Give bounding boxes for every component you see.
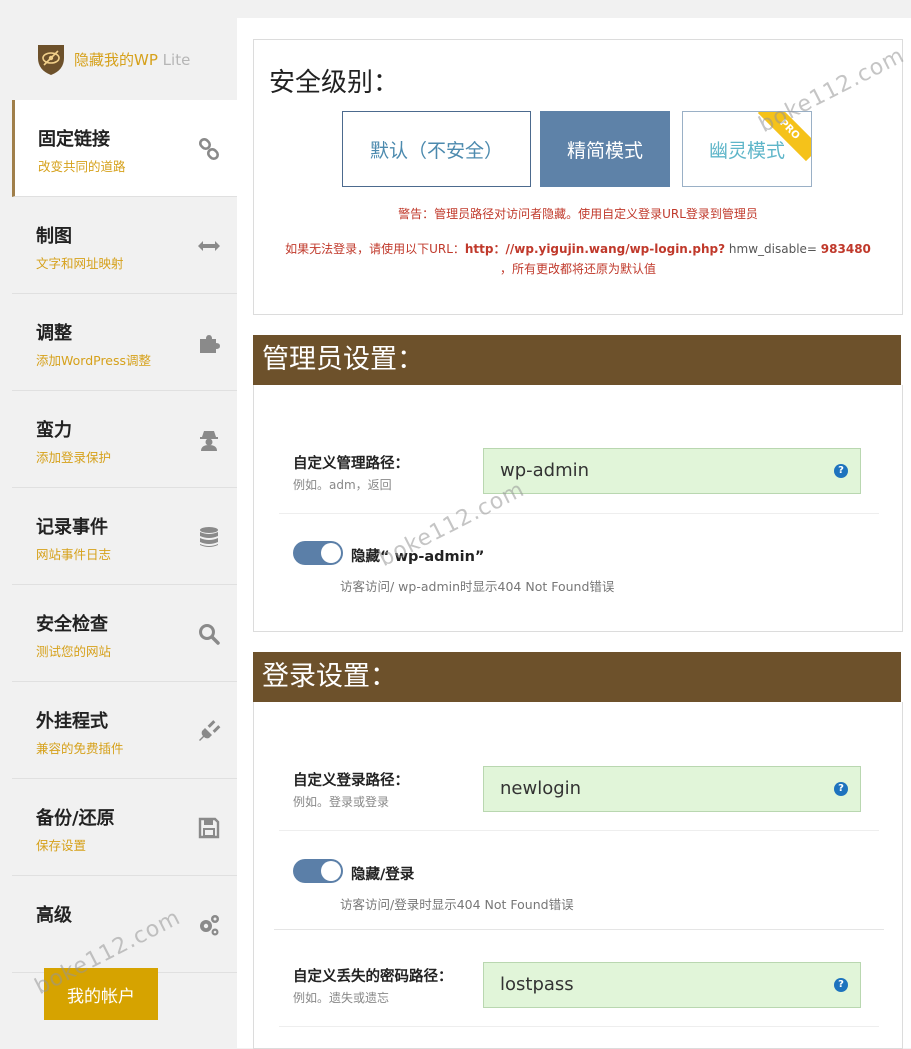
admin-path-input[interactable]: wp-admin ?	[483, 448, 861, 494]
sidebar-item-subtitle: 网站事件日志	[36, 547, 112, 562]
admin-settings-header: 管理员设置：	[253, 335, 901, 385]
lost-password-path-input[interactable]: lostpass ?	[483, 962, 861, 1008]
hide-wp-admin-hint: 访客访问/ wp-admin时显示404 Not Found错误	[340, 579, 615, 594]
lost-password-path-label: 自定义丢失的密码路径：	[293, 969, 453, 985]
sidebar-item-title: 制图	[36, 226, 72, 247]
shield-eye-icon	[38, 45, 64, 75]
login-path-value: newlogin	[500, 778, 582, 799]
arrows-horizontal-icon	[198, 241, 220, 251]
hide-login-toggle[interactable]	[293, 859, 343, 883]
database-icon	[200, 527, 218, 547]
sidebar-item-tweaks[interactable]: 调整 添加WordPress调整	[12, 294, 237, 391]
help-icon[interactable]: ?	[834, 978, 848, 992]
admin-path-hint: 例如。adm，返回	[293, 478, 392, 492]
link-icon	[198, 137, 220, 161]
divider	[279, 830, 879, 831]
login-settings-body: 自定义登录路径： 例如。登录或登录 newlogin ? 隐藏/登录 访客访问/…	[253, 702, 903, 1049]
sidebar-item-subtitle: 兼容的免费插件	[36, 741, 124, 756]
user-secret-icon	[200, 431, 218, 451]
lost-password-path-hint: 例如。遗失或遗忘	[293, 991, 390, 1005]
sidebar: 隐藏我的WP Lite 固定链接 改变共同的道路 制图 文字和网址映射 调整 添…	[0, 18, 237, 1048]
login-path-hint: 例如。登录或登录	[293, 795, 390, 809]
mode-ghost-button[interactable]: 幽灵模式 PRO	[682, 111, 812, 187]
sidebar-item-title: 外挂程式	[36, 711, 108, 732]
sidebar-item-title: 蛮力	[36, 420, 72, 441]
sidebar-item-title: 安全检查	[36, 614, 108, 635]
fallback-url-notice: 如果无法登录，请使用以下URL：http：//wp.yigujin.wang/w…	[285, 242, 871, 276]
hide-wp-admin-label: 隐藏“ wp-admin”	[351, 549, 485, 565]
login-path-input[interactable]: newlogin ?	[483, 766, 861, 812]
main-content: 安全级别： 默认（不安全） 精简模式 幽灵模式 PRO 警告：管理员路径对访问者…	[237, 18, 911, 1049]
divider	[279, 513, 879, 514]
hide-login-label: 隐藏/登录	[351, 867, 415, 883]
my-account-button[interactable]: 我的帐户	[44, 968, 158, 1020]
brand-name: 隐藏我的WP Lite	[74, 50, 191, 69]
sidebar-item-subtitle: 添加WordPress调整	[36, 353, 152, 368]
hide-login-hint: 访客访问/登录时显示404 Not Found错误	[340, 897, 574, 912]
sidebar-nav: 固定链接 改变共同的道路 制图 文字和网址映射 调整 添加WordPress调整…	[0, 100, 237, 973]
sidebar-item-log-events[interactable]: 记录事件 网站事件日志	[12, 488, 237, 585]
lost-password-path-value: lostpass	[500, 974, 574, 995]
divider	[274, 929, 884, 930]
fallback-url-link[interactable]: http：//wp.yigujin.wang/wp-login.php?	[465, 242, 725, 256]
sidebar-item-title: 备份/还原	[36, 808, 115, 829]
admin-path-warning: 警告：管理员路径对访问者隐藏。使用自定义登录URL登录到管理员	[398, 207, 758, 221]
login-path-label: 自定义登录路径：	[293, 773, 409, 789]
sidebar-item-title: 调整	[36, 323, 72, 344]
hide-wp-admin-toggle[interactable]	[293, 541, 343, 565]
sidebar-item-subtitle: 保存设置	[36, 838, 87, 853]
sidebar-item-security-check[interactable]: 安全检查 测试您的网站	[12, 585, 237, 682]
mode-ghost-label: 幽灵模式	[708, 139, 785, 162]
sidebar-item-plugins[interactable]: 外挂程式 兼容的免费插件	[12, 682, 237, 779]
sidebar-item-subtitle: 添加登录保护	[36, 450, 112, 465]
search-icon	[199, 624, 220, 645]
divider	[279, 1026, 879, 1027]
sidebar-item-mapping[interactable]: 制图 文字和网址映射	[12, 197, 237, 294]
sidebar-item-permalinks[interactable]: 固定链接 改变共同的道路	[12, 100, 237, 197]
admin-path-value: wp-admin	[500, 460, 590, 481]
sidebar-item-subtitle: 改变共同的道路	[38, 159, 126, 174]
sidebar-item-subtitle: 测试您的网站	[36, 644, 112, 659]
puzzle-icon	[200, 335, 220, 353]
gears-icon	[200, 915, 219, 936]
toggle-knob	[321, 543, 341, 563]
admin-path-label: 自定义管理路径：	[293, 456, 409, 472]
sidebar-item-title: 高级	[36, 905, 72, 926]
floppy-icon	[198, 817, 220, 839]
help-icon[interactable]: ?	[834, 782, 848, 796]
sidebar-item-subtitle: 文字和网址映射	[36, 256, 124, 271]
mode-default-button[interactable]: 默认（不安全）	[342, 111, 531, 187]
plugin-logo[interactable]: 隐藏我的WP Lite	[0, 18, 237, 100]
login-settings-header: 登录设置：	[253, 652, 901, 702]
sidebar-item-title: 固定链接	[38, 129, 110, 150]
sidebar-item-title: 记录事件	[36, 517, 108, 538]
security-level-card: 安全级别： 默认（不安全） 精简模式 幽灵模式 PRO 警告：管理员路径对访问者…	[253, 39, 903, 315]
mode-lite-button[interactable]: 精简模式	[540, 111, 670, 187]
admin-settings-body: 自定义管理路径： 例如。adm，返回 wp-admin ? 隐藏“ wp-adm…	[253, 385, 903, 632]
toggle-knob	[321, 861, 341, 881]
plug-icon	[199, 720, 221, 741]
sidebar-item-brute-force[interactable]: 蛮力 添加登录保护	[12, 391, 237, 488]
sidebar-item-advanced[interactable]: 高级	[12, 876, 237, 973]
sidebar-item-backup-restore[interactable]: 备份/还原 保存设置	[12, 779, 237, 876]
security-level-title: 安全级别：	[269, 68, 400, 98]
help-icon[interactable]: ?	[834, 464, 848, 478]
